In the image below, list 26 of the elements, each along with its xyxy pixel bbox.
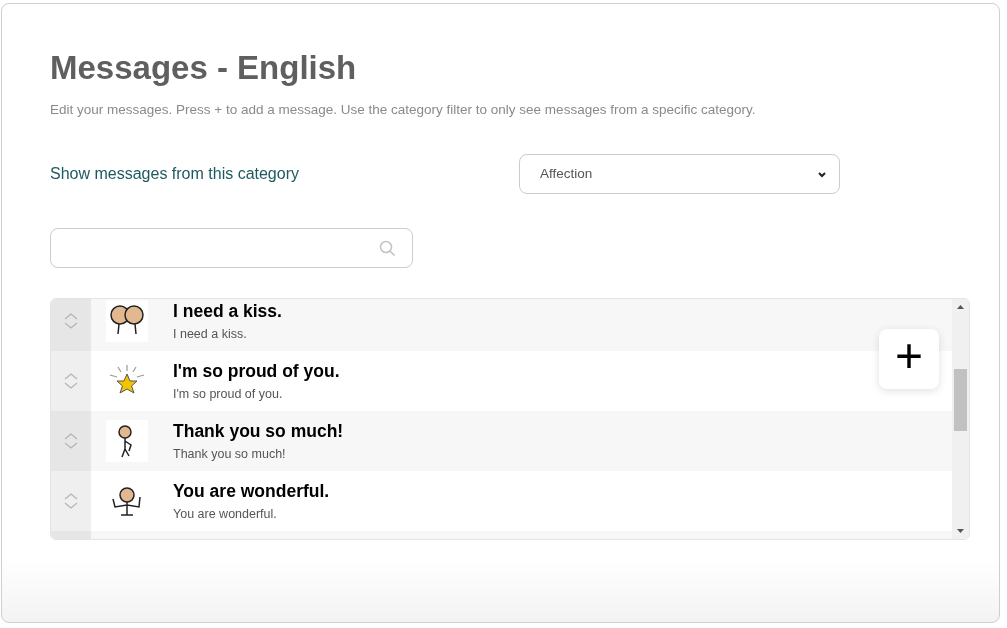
drag-handle-icon[interactable]	[63, 492, 79, 511]
drag-handle-icon[interactable]	[63, 312, 79, 331]
page-description: Edit your messages. Press + to add a message. Use the category filter to only see messages from a specific category.	[50, 101, 756, 119]
message-title: Thank you so much!	[173, 420, 344, 444]
search-icon	[379, 239, 396, 257]
scrollbar[interactable]	[952, 299, 969, 540]
message-row[interactable]: You are wonderful. You are wonderful.	[51, 471, 952, 532]
drag-handle-icon[interactable]	[63, 432, 79, 451]
category-dropdown[interactable]: Affection	[519, 154, 840, 195]
message-subtitle: I need a kiss.	[173, 326, 247, 344]
message-title: You are wonderful.	[173, 480, 330, 504]
message-title: I need a kiss.	[173, 300, 282, 324]
search-field[interactable]	[50, 228, 413, 269]
page-title: Messages - English	[50, 48, 357, 88]
scroll-up-icon[interactable]	[957, 305, 964, 310]
message-title: I'm so proud of you.	[173, 360, 340, 384]
message-subtitle: I'm so proud of you.	[173, 386, 283, 404]
filter-label: Show messages from this category	[50, 164, 300, 185]
message-subtitle: You are wonderful.	[173, 506, 277, 524]
scroll-down-icon[interactable]	[957, 529, 964, 534]
scrollbar-thumb[interactable]	[954, 369, 967, 432]
chevron-down-icon	[817, 170, 827, 178]
add-button[interactable]: +	[879, 329, 939, 390]
stick-figure-icon	[106, 420, 148, 463]
drag-handle-icon[interactable]	[63, 372, 79, 391]
message-subtitle: Thank you so much!	[173, 446, 286, 464]
